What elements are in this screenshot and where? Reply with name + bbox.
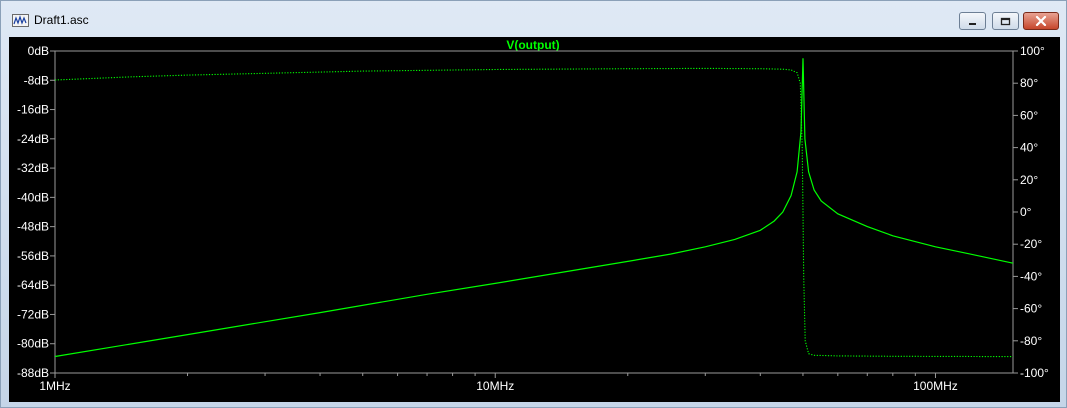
- right-tick-label: -100°: [1020, 366, 1049, 380]
- left-tick-label: -8dB: [24, 73, 49, 87]
- right-tick-label: 40°: [1020, 141, 1038, 155]
- plot-window: Draft1.asc V(output) 0dB -8dB -16dB -24dB -3…: [0, 0, 1067, 408]
- right-tick-label: -20°: [1020, 237, 1042, 251]
- minimize-icon: [969, 22, 976, 25]
- right-tick-label: 100°: [1020, 44, 1045, 58]
- left-tick-label: -72dB: [17, 307, 49, 321]
- left-tick-label: -56dB: [17, 249, 49, 263]
- left-tick-label: -80dB: [17, 337, 49, 351]
- maximize-icon: [1000, 17, 1011, 25]
- bode-plot[interactable]: V(output) 0dB -8dB -16dB -24dB -32dB -40dB -48…: [9, 37, 1060, 402]
- left-tick-label: -24dB: [17, 132, 49, 146]
- magnitude-trace: [54, 58, 1014, 358]
- right-tick-label: 80°: [1020, 76, 1038, 90]
- maximize-button[interactable]: [992, 12, 1019, 30]
- minimize-button[interactable]: [959, 12, 986, 30]
- right-axis: 100° 80° 60° 40° 20° 0° -20° -40° -60° -80° -100°: [1013, 44, 1049, 380]
- right-tick-label: -40°: [1020, 269, 1042, 283]
- right-tick-label: 60°: [1020, 108, 1038, 122]
- right-tick-label: 0°: [1020, 205, 1032, 219]
- window-title: Draft1.asc: [34, 13, 89, 27]
- title-bar[interactable]: Draft1.asc: [1, 1, 1066, 39]
- close-button[interactable]: [1023, 12, 1059, 30]
- right-tick-label: -60°: [1020, 302, 1042, 316]
- phase-trace: [54, 67, 1014, 358]
- x-tick-label: 100MHz: [913, 379, 958, 393]
- left-tick-label: -32dB: [17, 161, 49, 175]
- x-tick-label: 1MHz: [39, 379, 70, 393]
- plot-area[interactable]: V(output) 0dB -8dB -16dB -24dB -32dB -40dB -48…: [9, 37, 1060, 402]
- left-tick-label: -16dB: [17, 103, 49, 117]
- chart-title: V(output): [506, 38, 559, 52]
- left-tick-label: -40dB: [17, 190, 49, 204]
- waveform-icon: [12, 14, 29, 27]
- left-tick-label: -88dB: [17, 366, 49, 380]
- left-tick-label: -48dB: [17, 220, 49, 234]
- plot-border: [54, 50, 1014, 374]
- x-tick-label: 10MHz: [476, 379, 514, 393]
- left-tick-label: 0dB: [28, 44, 49, 58]
- close-icon: [1035, 16, 1047, 26]
- x-axis: 1MHz 10MHz 100MHz: [39, 373, 958, 393]
- left-tick-label: -64dB: [17, 278, 49, 292]
- right-tick-label: -80°: [1020, 334, 1042, 348]
- right-tick-label: 20°: [1020, 173, 1038, 187]
- traces: [54, 58, 1014, 358]
- left-axis: 0dB -8dB -16dB -24dB -32dB -40dB -48dB -56dB -64…: [17, 44, 55, 380]
